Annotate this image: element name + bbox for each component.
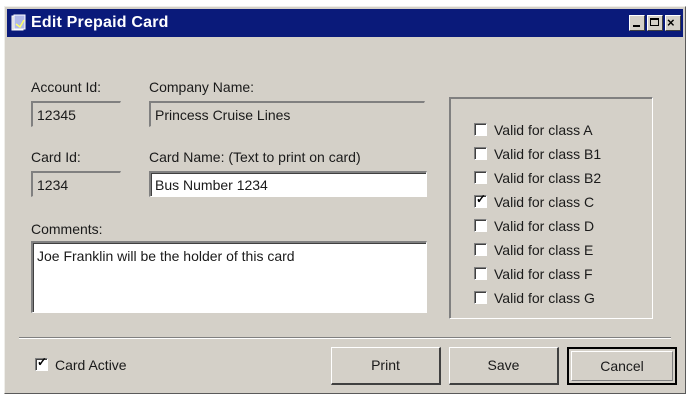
class-group-box: Valid for class A Valid for class B1 Valid…: [449, 97, 653, 319]
class-checkbox[interactable]: [474, 291, 487, 304]
print-button[interactable]: Print: [331, 347, 441, 385]
class-checkbox-row[interactable]: Valid for class F: [474, 264, 644, 284]
class-checkbox-label: Valid for class E: [494, 242, 594, 258]
cancel-button-label: Cancel: [571, 351, 673, 381]
check-mark-icon: ✓: [37, 355, 48, 369]
maximize-button[interactable]: [647, 15, 663, 31]
check-mark-icon: ✓: [476, 192, 487, 206]
class-checkbox-row[interactable]: Valid for class B1: [474, 144, 644, 164]
card-name-label: Card Name: (Text to print on card): [149, 149, 361, 165]
class-checkbox-row[interactable]: Valid for class G: [474, 288, 644, 308]
class-checkbox-label: Valid for class B2: [494, 170, 602, 186]
class-checkbox-label: Valid for class D: [494, 218, 595, 234]
account-id-label: Account Id:: [31, 79, 102, 95]
app-icon: [11, 14, 26, 31]
card-active-checkbox[interactable]: ✓ Card Active: [35, 355, 175, 375]
class-checkbox[interactable]: [474, 243, 487, 256]
class-checkbox-label: Valid for class F: [494, 266, 593, 282]
minimize-button[interactable]: [629, 15, 645, 31]
class-checkbox-label: Valid for class C: [494, 194, 595, 210]
class-checkbox-label: Valid for class G: [494, 290, 595, 306]
title-bar[interactable]: Edit Prepaid Card ×: [7, 9, 683, 37]
card-active-box[interactable]: ✓: [35, 355, 48, 371]
comments-textarea[interactable]: Joe Franklin will be the holder of this …: [31, 241, 427, 313]
window-title: Edit Prepaid Card: [31, 14, 169, 31]
cancel-button[interactable]: Cancel: [567, 347, 677, 385]
close-button[interactable]: ×: [665, 15, 681, 31]
card-id-field: 1234: [31, 171, 121, 197]
class-checkbox[interactable]: ✓: [474, 192, 487, 208]
card-active-label: Card Active: [55, 357, 127, 373]
class-checkbox-label: Valid for class A: [494, 122, 593, 138]
class-checkbox-row[interactable]: Valid for class A: [474, 120, 644, 140]
class-checkbox-label: Valid for class B1: [494, 146, 602, 162]
edit-prepaid-card-dialog: Edit Prepaid Card × Account Id: 12345 Co…: [4, 6, 686, 394]
class-checkbox-row[interactable]: ✓ Valid for class C: [474, 192, 644, 212]
class-checkbox[interactable]: [474, 219, 487, 232]
card-name-input[interactable]: Bus Number 1234: [149, 171, 427, 197]
company-name-field: Princess Cruise Lines: [149, 101, 425, 127]
class-checkbox-row[interactable]: Valid for class E: [474, 240, 644, 260]
class-checkbox[interactable]: [474, 171, 487, 184]
class-checkbox-row[interactable]: Valid for class D: [474, 216, 644, 236]
class-checkbox[interactable]: [474, 147, 487, 160]
minimize-icon: [633, 25, 640, 27]
save-button[interactable]: Save: [449, 347, 559, 385]
class-checkbox[interactable]: [474, 267, 487, 280]
separator: [19, 337, 671, 339]
maximize-icon: [650, 18, 659, 26]
company-name-label: Company Name:: [149, 79, 255, 95]
comments-label: Comments:: [31, 221, 103, 237]
class-checkbox-row[interactable]: Valid for class B2: [474, 168, 644, 188]
card-id-label: Card Id:: [31, 149, 81, 165]
close-icon: ×: [667, 15, 675, 30]
account-id-field: 12345: [31, 101, 121, 127]
class-checkbox[interactable]: [474, 123, 487, 136]
